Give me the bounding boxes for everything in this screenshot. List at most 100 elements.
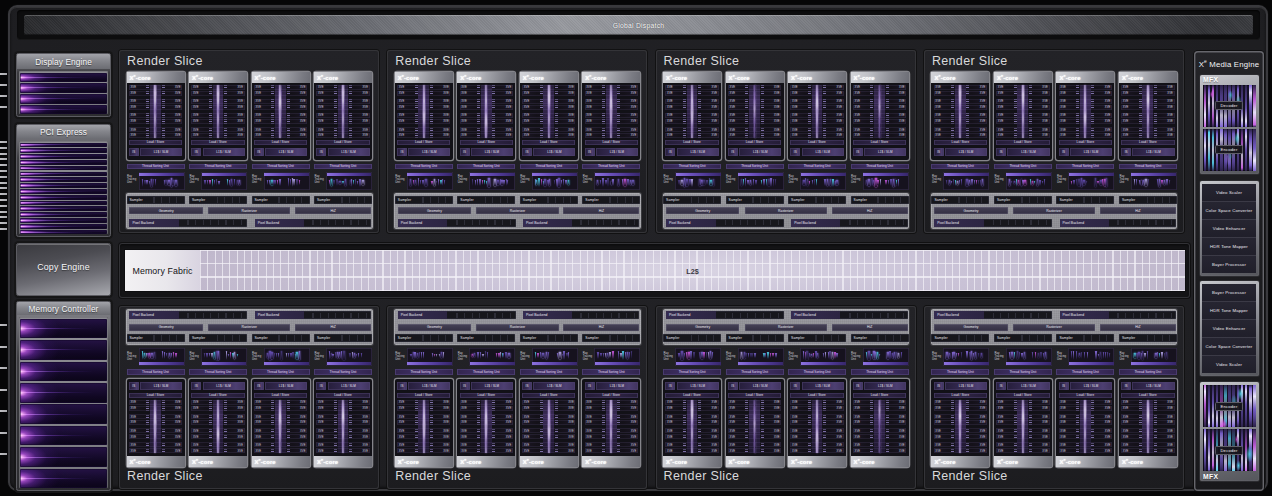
xve-engine: XVE — [191, 442, 218, 447]
xve-label: XVE — [998, 421, 1004, 424]
xve-label: XVE — [1105, 106, 1111, 109]
rtu-glyph — [472, 179, 473, 186]
xve-engine: XVE — [790, 133, 817, 138]
sampler: Sampler — [582, 334, 640, 342]
xve-engine: XVE — [549, 113, 576, 118]
rtu-glyph — [618, 179, 619, 186]
xve-label: XVE — [712, 435, 718, 438]
rtu-glyph — [1109, 353, 1110, 358]
xve-label: XVE — [792, 120, 798, 123]
instruction-cache-box: IS — [853, 382, 863, 391]
xve-label: XVE — [998, 120, 1004, 123]
xve-label: XVE — [729, 114, 735, 117]
xe-core-label: Xe-core — [317, 458, 338, 465]
xve-port-marks — [1076, 114, 1079, 117]
pixel-backend-label: Pixel Backend — [1060, 219, 1109, 227]
l1-slm-box: L1$ / SLM — [1070, 148, 1112, 157]
xve-label: XVE — [774, 128, 780, 131]
xve-port-marks — [602, 429, 605, 432]
rtu-glyph — [809, 353, 810, 357]
xve-engine: XVE — [254, 414, 281, 419]
rtu-glyph — [889, 351, 891, 360]
xve-engine: XVE — [692, 442, 719, 447]
xve-port-marks — [617, 86, 620, 89]
xve-label: XVE — [899, 86, 905, 89]
l1-slm-box: L1$ / SLM — [739, 148, 781, 157]
xve-label: XVE — [1105, 401, 1111, 404]
xve-engine: XVE — [1085, 428, 1112, 433]
xve-port-marks — [349, 86, 352, 89]
xve-label: XVE — [443, 415, 449, 418]
xve-label: XVE — [237, 443, 243, 446]
rtu-top-band — [407, 362, 452, 365]
xve-label: XVE — [443, 100, 449, 103]
xve-engine: XVE — [611, 414, 638, 419]
sampler-cells — [1015, 197, 1051, 202]
xve-engine: XVE — [191, 85, 218, 90]
rtu-glyph — [1073, 351, 1074, 360]
rtu-glyph — [1164, 180, 1166, 186]
xve-port-marks — [602, 407, 605, 410]
rtu-glyph — [807, 179, 808, 185]
rtu-glyph — [1076, 179, 1077, 186]
xve-label: XVE — [461, 401, 467, 404]
rtu-glyph — [508, 353, 510, 359]
xve-engine: XVE — [585, 113, 612, 118]
xe-core-header: Xe-core — [1119, 72, 1177, 83]
xve-port-marks — [334, 86, 337, 89]
xve-engine: XVE — [692, 105, 719, 110]
xve-port-marks — [698, 120, 701, 123]
xe-core-header: Xe-core — [127, 456, 185, 467]
xve-engine: XVE — [316, 428, 343, 433]
xve-label: XVE — [1167, 415, 1173, 418]
xve-engine: XVE — [817, 406, 844, 411]
xve-label: XVE — [318, 120, 324, 123]
rtu-glyph — [164, 352, 165, 360]
rtu-glyph — [607, 353, 608, 358]
xe-core-header: Xe-core — [931, 72, 989, 83]
xve-port-marks — [1091, 106, 1094, 109]
l1-slm-box: L1$ / SLM — [408, 382, 450, 391]
xve-label: XVE — [792, 449, 798, 452]
xve-engine: XVE — [486, 448, 513, 453]
xve-port-marks — [1076, 407, 1079, 410]
xve-port-marks — [492, 86, 495, 89]
geometry: Geometry — [666, 207, 740, 214]
pixel-backend: Pixel Backend — [129, 311, 247, 319]
xve-engine: XVE — [218, 420, 245, 425]
xve-label: XVE — [237, 415, 243, 418]
xe-core: Xe-coreXVEXVEXVEXVEXVEXVEXVEXVEXVEXVEXVE… — [1056, 72, 1114, 160]
xve-port-marks — [415, 120, 418, 123]
rtu-label-line: Unit — [458, 181, 469, 184]
xve-engine: XVE — [486, 428, 513, 433]
rtu-glyph — [563, 179, 564, 187]
xve-port-marks — [870, 114, 873, 117]
rtu-glyph — [959, 180, 960, 186]
xve-port-marks — [745, 407, 748, 410]
xve-port-marks — [287, 120, 290, 123]
xve-label: XVE — [130, 421, 136, 424]
xve-port-marks — [1076, 120, 1079, 123]
xve-port-marks — [617, 449, 620, 452]
xve-label: XVE — [935, 114, 941, 117]
xve-port-marks — [745, 429, 748, 432]
io-lane — [20, 362, 106, 382]
xve-label: XVE — [461, 435, 467, 438]
xve-label: XVE — [300, 134, 306, 137]
xve-label: XVE — [774, 421, 780, 424]
xve-port-marks — [540, 449, 543, 452]
sampler-label: Sampler — [854, 336, 867, 340]
xve-port-marks — [477, 429, 480, 432]
xve-engine: XVE — [1059, 119, 1086, 124]
xve-engine: XVE — [585, 133, 612, 138]
xve-port-marks — [823, 114, 826, 117]
sampler-cells — [809, 197, 845, 202]
xve-engine: XVE — [316, 113, 343, 118]
xe-core: Xe-coreXVEXVEXVEXVEXVEXVEXVEXVEXVEXVEXVE… — [788, 72, 846, 160]
sampler-label: Sampler — [317, 336, 330, 340]
xve-engine: XVE — [585, 91, 612, 96]
xve-label: XVE — [461, 106, 467, 109]
rtu-glyph — [218, 351, 219, 359]
rtu-glyph — [237, 180, 238, 185]
xve-engine: XVE — [853, 414, 880, 419]
